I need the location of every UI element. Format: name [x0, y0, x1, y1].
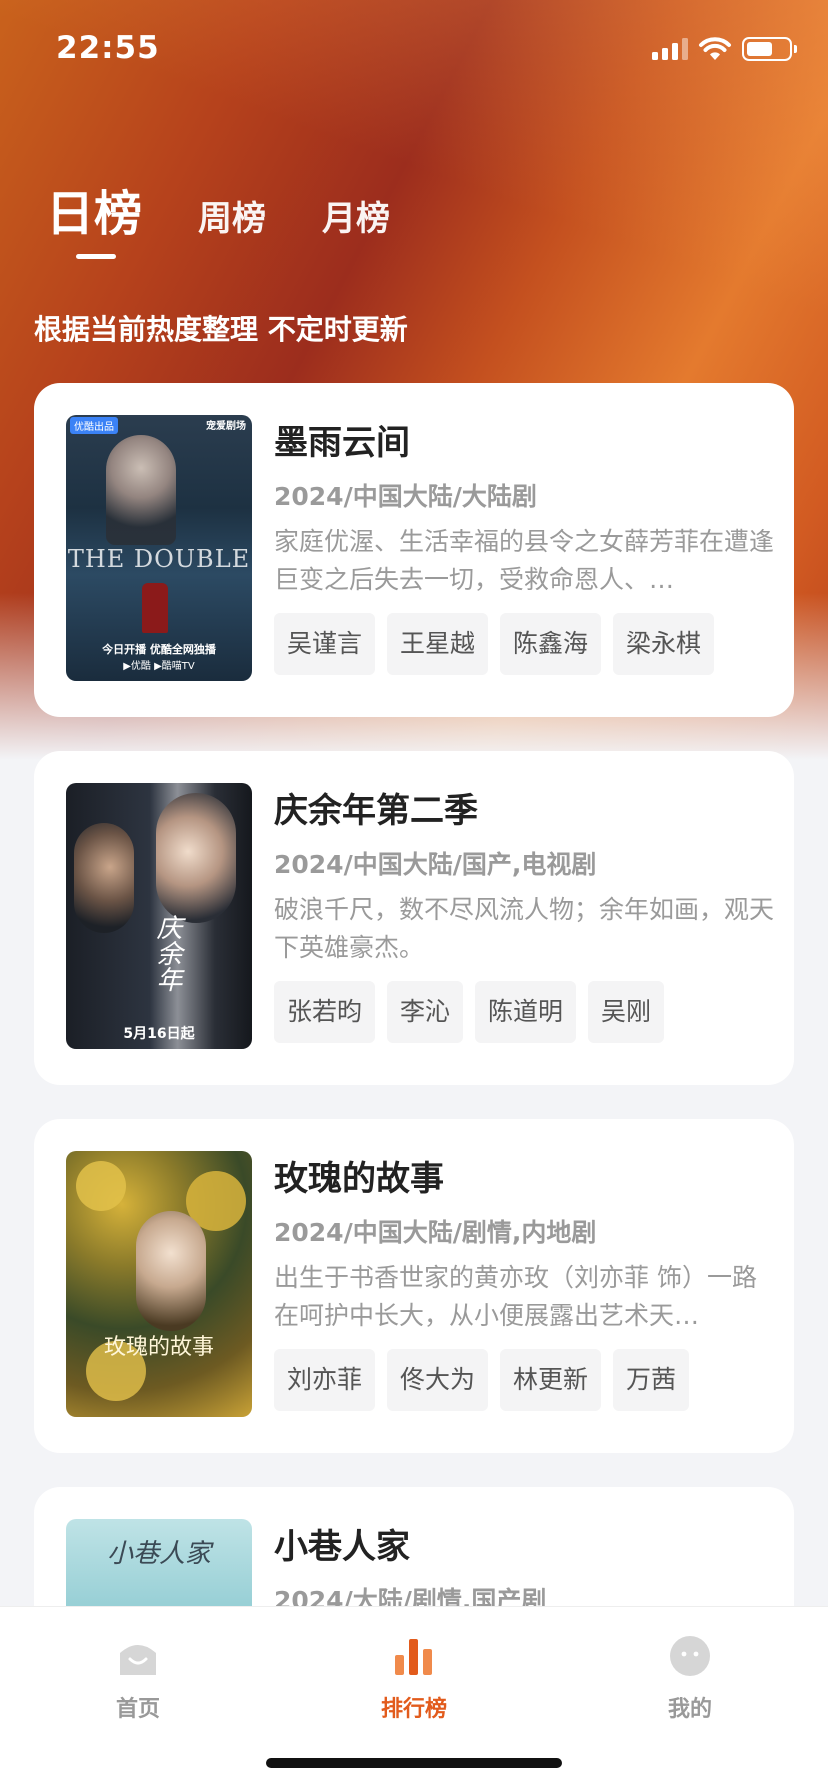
poster-figure-small — [142, 583, 168, 633]
actor-tag[interactable]: 吴谨言 — [274, 613, 376, 675]
tab-daily[interactable]: 日榜 — [46, 174, 142, 244]
poster-title: 庆余年 — [152, 914, 182, 992]
actor-tag[interactable]: 李沁 — [387, 981, 464, 1043]
item-info: 墨雨云间 2024/中国大陆/大陆剧 家庭优渥、生活幸福的县令之女薛芳菲在遭逢巨… — [274, 419, 774, 675]
actor-tag[interactable]: 陈道明 — [475, 981, 577, 1043]
poster-image[interactable]: 庆余年 5月16日起 — [66, 783, 252, 1049]
signal-icon — [652, 38, 688, 60]
chart-icon — [395, 1639, 432, 1675]
active-tab-indicator — [76, 254, 116, 259]
tab-monthly[interactable]: 月榜 — [322, 191, 390, 244]
poster-image[interactable]: 玫瑰的故事 — [66, 1151, 252, 1417]
poster-line1: 今日开播 优酷全网独播 — [102, 643, 216, 656]
poster-figure — [156, 793, 236, 923]
home-icon — [120, 1645, 156, 1675]
bottom-navigation: 首页 排行榜 我的 — [0, 1606, 828, 1792]
poster-badge: 优酷出品 — [70, 417, 118, 434]
nav-home-label: 首页 — [115, 1697, 160, 1722]
actor-tag[interactable]: 梁永棋 — [613, 613, 715, 675]
item-meta: 2024/中国大陆/国产,电视剧 — [274, 850, 597, 879]
actor-tag[interactable]: 吴刚 — [588, 981, 665, 1043]
actor-tag[interactable]: 王星越 — [387, 613, 489, 675]
actor-tag[interactable]: 刘亦菲 — [274, 1349, 376, 1411]
nav-ranking-label: 排行榜 — [380, 1697, 447, 1722]
actor-tag[interactable]: 陈鑫海 — [500, 613, 602, 675]
item-info: 庆余年第二季 2024/中国大陆/国产,电视剧 破浪千尺，数不尽风流人物；余年如… — [274, 787, 774, 1043]
home-indicator — [266, 1758, 562, 1768]
ranking-subtitle: 根据当前热度整理 不定时更新 — [34, 313, 408, 346]
ranking-tabs: 日榜 周榜 月榜 — [46, 174, 446, 244]
poster-logo: 宠爱剧场 — [206, 421, 246, 432]
actor-tags: 张若昀 李沁 陈道明 吴刚 — [274, 981, 774, 1043]
actor-tag[interactable]: 张若昀 — [274, 981, 376, 1043]
poster-line2: ▶优酷 ▶酷喵TV — [123, 661, 195, 672]
item-meta: 2024/中国大陆/剧情,内地剧 — [274, 1218, 597, 1247]
poster-figure — [106, 435, 176, 545]
item-info: 小巷人家 2024/大陆/剧情,国产剧 — [274, 1523, 774, 1619]
tab-weekly[interactable]: 周榜 — [198, 191, 266, 244]
item-title: 庆余年第二季 — [274, 791, 478, 831]
battery-icon — [742, 37, 797, 61]
poster-title: 小巷人家 — [106, 1539, 211, 1569]
poster-line1: 5月16日起 — [123, 1026, 195, 1042]
nav-ranking[interactable]: 排行榜 — [314, 1627, 514, 1723]
nav-profile-label: 我的 — [667, 1697, 712, 1722]
poster-figure — [136, 1211, 206, 1331]
status-bar: 22:55 — [0, 0, 828, 100]
list-item[interactable]: 庆余年 5月16日起 庆余年第二季 2024/中国大陆/国产,电视剧 破浪千尺，… — [34, 751, 794, 1085]
item-title: 玫瑰的故事 — [274, 1159, 444, 1199]
profile-icon — [670, 1636, 710, 1676]
item-description: 破浪千尺，数不尽风流人物；余年如画，观天下英雄豪杰。 — [274, 895, 774, 962]
wifi-icon — [699, 37, 731, 60]
item-meta: 2024/中国大陆/大陆剧 — [274, 482, 537, 511]
poster-figure — [74, 823, 134, 933]
nav-home[interactable]: 首页 — [38, 1627, 238, 1723]
item-title: 墨雨云间 — [274, 423, 410, 463]
ranking-list: 优酷出品 宠爱剧场 THE DOUBLE 今日开播 优酷全网独播 ▶优酷 ▶酷喵… — [34, 383, 794, 1792]
actor-tags: 刘亦菲 佟大为 林更新 万茜 — [274, 1349, 774, 1411]
status-icons — [652, 36, 797, 62]
item-title: 小巷人家 — [274, 1527, 410, 1567]
actor-tag[interactable]: 万茜 — [613, 1349, 690, 1411]
actor-tag[interactable]: 佟大为 — [387, 1349, 489, 1411]
item-description: 家庭优渥、生活幸福的县令之女薛芳菲在遭逢巨变之后失去一切，受救命恩人、… — [274, 527, 774, 594]
nav-profile[interactable]: 我的 — [590, 1627, 790, 1723]
list-item[interactable]: 玫瑰的故事 玫瑰的故事 2024/中国大陆/剧情,内地剧 出生于书香世家的黄亦玫… — [34, 1119, 794, 1453]
status-time: 22:55 — [56, 30, 160, 66]
actor-tag[interactable]: 林更新 — [500, 1349, 602, 1411]
list-item[interactable]: 优酷出品 宠爱剧场 THE DOUBLE 今日开播 优酷全网独播 ▶优酷 ▶酷喵… — [34, 383, 794, 717]
item-description: 出生于书香世家的黄亦玫（刘亦菲 饰）一路在呵护中长大，从小便展露出艺术天… — [274, 1263, 757, 1330]
item-info: 玫瑰的故事 2024/中国大陆/剧情,内地剧 出生于书香世家的黄亦玫（刘亦菲 饰… — [274, 1155, 774, 1411]
poster-title: THE DOUBLE — [67, 545, 251, 573]
poster-rose — [76, 1161, 126, 1211]
actor-tags: 吴谨言 王星越 陈鑫海 梁永棋 — [274, 613, 774, 675]
poster-title: 玫瑰的故事 — [103, 1335, 214, 1360]
poster-image[interactable]: 优酷出品 宠爱剧场 THE DOUBLE 今日开播 优酷全网独播 ▶优酷 ▶酷喵… — [66, 415, 252, 681]
